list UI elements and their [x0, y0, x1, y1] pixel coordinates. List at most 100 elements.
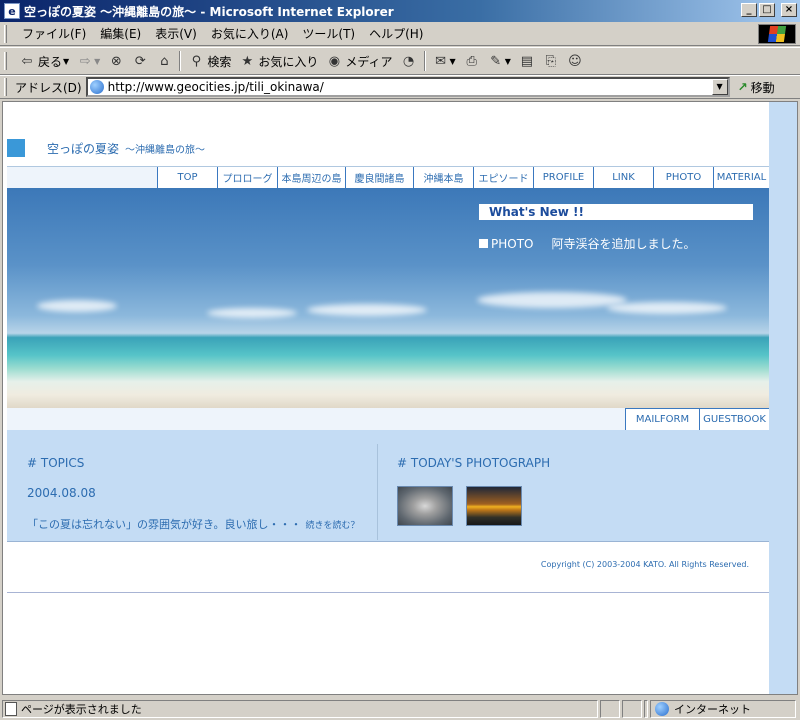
discuss-icon: ▤	[520, 53, 533, 69]
nav-top[interactable]: TOP	[157, 167, 217, 188]
back-label: 戻る	[38, 54, 63, 69]
ie-app-icon[interactable]: e	[4, 3, 20, 19]
topics-entry[interactable]: 「この夏は忘れない」の雰囲気が好き。良い旅し・・・ 続きを読む？	[27, 516, 359, 532]
home-button[interactable]: ⌂	[152, 50, 176, 72]
edit-icon: ✎	[490, 53, 502, 69]
nav-link[interactable]: LINK	[593, 167, 653, 188]
menu-tools[interactable]: ツール(T)	[295, 25, 362, 42]
nav-episode[interactable]: エピソード	[473, 167, 533, 188]
whats-new-heading: What's New !!	[479, 204, 753, 220]
guestbook-link[interactable]: GUESTBOOK	[699, 408, 769, 430]
research-button[interactable]: ⎘	[539, 50, 563, 72]
right-side-band	[769, 102, 797, 694]
forward-button[interactable]: ⇨ ▼	[73, 50, 104, 72]
search-icon: ⚲	[191, 53, 202, 69]
status-message: ページが表示されました	[2, 700, 598, 718]
messenger-button[interactable]: ☺	[563, 50, 587, 72]
address-grip[interactable]	[4, 78, 7, 96]
minimize-button[interactable]: _	[741, 3, 757, 17]
footer-rule	[7, 592, 769, 593]
nav-material[interactable]: MATERIAL	[713, 167, 769, 188]
menu-view[interactable]: 表示(V)	[148, 25, 204, 42]
window-title: 空っぽの夏姿 〜沖縄離島の旅〜 - Microsoft Internet Exp…	[24, 4, 394, 19]
menu-bar: ファイル(F) 編集(E) 表示(V) お気に入り(A) ツール(T) ヘルプ(…	[0, 22, 800, 46]
topics-date: 2004.08.08	[27, 486, 96, 500]
mail-button[interactable]: ✉ ▼	[429, 50, 460, 72]
menu-help[interactable]: ヘルプ(H)	[362, 25, 430, 42]
nav-photo[interactable]: PHOTO	[653, 167, 713, 188]
address-url[interactable]: http://www.geocities.jp/tili_okinawa/	[108, 80, 712, 94]
close-button[interactable]: ×	[781, 3, 797, 17]
favorites-icon: ★	[241, 53, 254, 69]
favorites-button[interactable]: ★ お気に入り	[235, 50, 322, 72]
title-accent-square	[7, 139, 25, 157]
info-panel: # TOPICS 2004.08.08 「この夏は忘れない」の雰囲気が好き。良い…	[7, 430, 769, 542]
maximize-button[interactable]: □	[759, 3, 775, 17]
research-icon: ⎘	[545, 53, 557, 69]
menu-edit[interactable]: 編集(E)	[93, 25, 148, 42]
refresh-icon: ⟳	[134, 53, 146, 69]
square-bullet-icon	[479, 239, 488, 248]
nav-kerama-islands[interactable]: 慶良間諸島	[345, 167, 413, 188]
photo-thumbnail-sunset[interactable]	[466, 486, 522, 526]
media-button[interactable]: ◉ メディア	[322, 50, 396, 72]
nav-prologue[interactable]: プロローグ	[217, 167, 277, 188]
forward-dropdown-icon[interactable]: ▼	[94, 57, 100, 66]
discuss-button[interactable]: ▤	[515, 50, 539, 72]
search-button[interactable]: ⚲ 検索	[184, 50, 235, 72]
zone-label: インターネット	[674, 703, 751, 716]
web-page: 空っぽの夏姿 〜沖縄離島の旅〜 TOP プロローグ 本島周辺の島 慶良間諸島 沖…	[7, 102, 769, 694]
status-bar: ページが表示されました インターネット	[0, 698, 800, 720]
address-dropdown-icon[interactable]: ▼	[711, 79, 728, 95]
mail-dropdown-icon[interactable]: ▼	[450, 57, 456, 66]
toolbar-grip[interactable]	[4, 52, 7, 70]
page-globe-icon	[89, 80, 104, 94]
media-icon: ◉	[328, 53, 341, 69]
edit-button[interactable]: ✎ ▼	[484, 50, 515, 72]
mailform-link[interactable]: MAILFORM	[625, 408, 699, 430]
print-button[interactable]: ⎙	[460, 50, 484, 72]
sub-nav: MAILFORM GUESTBOOK	[7, 408, 769, 430]
cloud	[307, 304, 427, 316]
menu-grip[interactable]	[4, 24, 7, 43]
menu-file[interactable]: ファイル(F)	[15, 25, 93, 42]
cloud	[607, 302, 727, 314]
go-button[interactable]: ↗ 移動	[738, 79, 775, 96]
address-input[interactable]: http://www.geocities.jp/tili_okinawa/ ▼	[85, 77, 730, 97]
menu-favorites[interactable]: お気に入り(A)	[204, 25, 296, 42]
back-dropdown-icon[interactable]: ▼	[63, 57, 69, 66]
site-nav: TOP プロローグ 本島周辺の島 慶良間諸島 沖縄本島 エピソード PROFIL…	[7, 166, 769, 188]
favorites-label: お気に入り	[258, 54, 319, 69]
cloud	[207, 308, 297, 318]
history-icon: ◔	[402, 53, 415, 69]
site-subtitle: 〜沖縄離島の旅〜	[125, 144, 206, 156]
search-label: 検索	[207, 54, 232, 69]
security-zone[interactable]: インターネット	[650, 700, 796, 718]
topics-heading: # TOPICS	[27, 456, 85, 470]
standard-toolbar: ⇦ 戻る ▼ ⇨ ▼ ⊗ ⟳ ⌂ ⚲ 検索 ★ お気に入り ◉ メディア ◔ ✉…	[0, 47, 800, 75]
refresh-button[interactable]: ⟳	[128, 50, 152, 72]
window-title-bar[interactable]: e 空っぽの夏姿 〜沖縄離島の旅〜 - Microsoft Internet E…	[0, 0, 800, 22]
address-label: アドレス(D)	[15, 80, 82, 95]
history-button[interactable]: ◔	[397, 50, 421, 72]
nav-profile[interactable]: PROFILE	[533, 167, 593, 188]
photo-thumbnail-dog[interactable]	[397, 486, 453, 526]
go-label: 移動	[750, 80, 775, 95]
toolbar-separator	[179, 51, 182, 71]
news-item[interactable]: PHOTO 阿寺渓谷を追加しました。	[479, 235, 696, 252]
browser-viewport[interactable]: 空っぽの夏姿 〜沖縄離島の旅〜 TOP プロローグ 本島周辺の島 慶良間諸島 沖…	[2, 101, 798, 695]
site-header: 空っぽの夏姿 〜沖縄離島の旅〜	[7, 138, 769, 158]
nav-islands-around-main[interactable]: 本島周辺の島	[277, 167, 345, 188]
stop-button[interactable]: ⊗	[104, 50, 128, 72]
nav-okinawa-main[interactable]: 沖縄本島	[413, 167, 473, 188]
internet-zone-icon	[655, 702, 669, 716]
edit-dropdown-icon[interactable]: ▼	[505, 57, 511, 66]
windows-flag-icon	[767, 26, 787, 42]
back-button[interactable]: ⇦ 戻る ▼	[15, 50, 73, 72]
messenger-icon: ☺	[568, 53, 582, 69]
site-title: 空っぽの夏姿	[47, 141, 120, 156]
print-icon: ⎙	[466, 53, 477, 69]
home-icon: ⌂	[160, 53, 169, 69]
back-arrow-icon: ⇦	[21, 53, 33, 69]
read-more-link[interactable]: 続きを読む？	[305, 521, 359, 531]
